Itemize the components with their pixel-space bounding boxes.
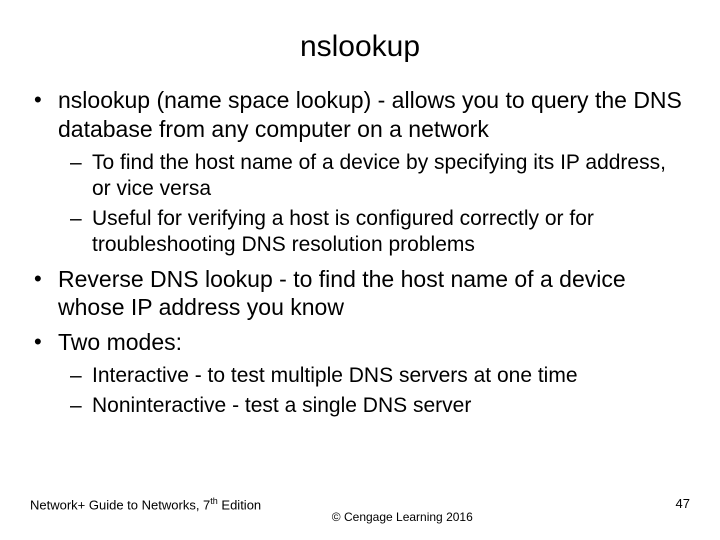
sub-bullet-item: Useful for verifying a host is configure…	[92, 206, 690, 259]
bullet-item: Two modes: Interactive - to test multipl…	[58, 328, 690, 419]
footer-copyright: © Cengage Learning 2016	[332, 510, 473, 524]
sub-bullet-item: Interactive - to test multiple DNS serve…	[92, 363, 690, 389]
page-number: 47	[676, 496, 690, 511]
footer-source-sup: th	[210, 496, 218, 506]
sub-bullet-item: To find the host name of a device by spe…	[92, 150, 690, 203]
bullet-item: nslookup (name space lookup) - allows yo…	[58, 86, 690, 259]
footer-source-pre: Network+ Guide to Networks, 7	[30, 497, 210, 512]
bullet-item: Reverse DNS lookup - to find the host na…	[58, 265, 690, 323]
bullet-text: Two modes:	[58, 329, 182, 355]
sub-list: Interactive - to test multiple DNS serve…	[58, 363, 690, 420]
slide: nslookup nslookup (name space lookup) - …	[0, 0, 720, 540]
sub-list: To find the host name of a device by spe…	[58, 150, 690, 259]
bullet-list: nslookup (name space lookup) - allows yo…	[30, 86, 690, 419]
bullet-text: nslookup (name space lookup) - allows yo…	[58, 87, 682, 142]
sub-bullet-item: Noninteractive - test a single DNS serve…	[92, 393, 690, 419]
footer-source-post: Edition	[218, 497, 261, 512]
slide-title: nslookup	[30, 30, 690, 64]
footer: Network+ Guide to Networks, 7th Edition …	[30, 496, 690, 526]
footer-source: Network+ Guide to Networks, 7th Edition	[30, 496, 261, 512]
